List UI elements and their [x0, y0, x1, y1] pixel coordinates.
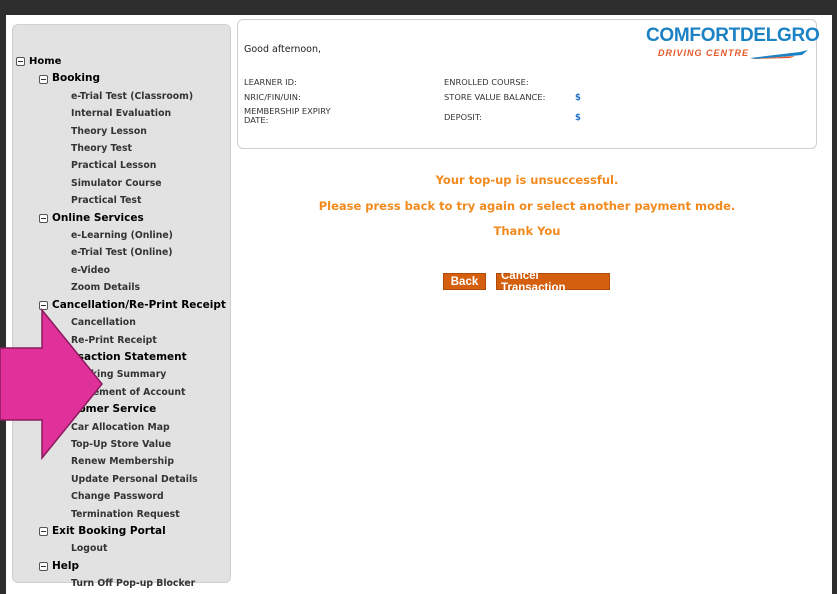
collapse-toggle-icon[interactable] — [16, 57, 25, 67]
sidebar-item-practical-lesson[interactable]: Practical Lesson — [13, 157, 230, 174]
overlay-arrow-icon — [0, 308, 103, 461]
sidebar-item-label: Simulator Course — [71, 177, 162, 189]
nric-label: NRIC/FIN/UIN: — [244, 92, 301, 102]
store-value-label: STORE VALUE BALANCE: — [444, 92, 546, 102]
sidebar-item-booking[interactable]: Booking — [13, 70, 230, 87]
learner-info-panel: Good afternoon, COMFORTDELGRO DRIVING CE… — [237, 19, 820, 149]
sidebar-item-exit-booking-portal[interactable]: Exit Booking Portal — [13, 523, 230, 540]
sidebar-item-termination-request[interactable]: Termination Request — [13, 506, 230, 523]
sidebar-item-label: e-Trial Test (Online) — [71, 247, 173, 259]
page-content: Home Booking e-Trial Test (Classroom) Inter… — [6, 15, 832, 594]
sidebar-item-label: Practical Test — [71, 195, 142, 207]
sidebar-item-turn-off-pop-up-blocker[interactable]: Turn Off Pop-up Blocker — [13, 575, 230, 592]
collapse-toggle-icon[interactable] — [39, 527, 48, 537]
sidebar-nav: Home Booking e-Trial Test (Classroom) Inter… — [12, 24, 231, 589]
sidebar-item-label: Zoom Details — [71, 282, 141, 294]
sidebar-item-e-video[interactable]: e-Video — [13, 262, 230, 279]
sidebar-item-label: e-Trial Test (Classroom) — [71, 90, 194, 102]
back-button[interactable]: Back — [443, 273, 486, 290]
collapse-toggle-icon[interactable] — [39, 74, 48, 84]
learner-id-label: LEARNER ID: — [244, 77, 297, 87]
sidebar-item-label: e-Video — [71, 264, 111, 276]
sidebar-item-zoom-details[interactable]: Zoom Details — [13, 279, 230, 296]
store-value-amount: $ — [575, 93, 581, 103]
logo-main-text: COMFORTDELGRO — [646, 25, 820, 46]
sidebar-item-label: Update Personal Details — [71, 473, 198, 485]
sidebar-item-theory-test[interactable]: Theory Test — [13, 140, 230, 157]
sidebar-item-label: Theory Lesson — [71, 125, 147, 137]
sidebar-item-label: Termination Request — [71, 508, 180, 520]
sidebar-item-help[interactable]: Help — [13, 558, 230, 575]
logo-swoosh-icon — [750, 50, 808, 59]
sidebar-item-label: Theory Test — [71, 143, 132, 155]
greeting-text: Good afternoon, — [244, 44, 322, 55]
sidebar-item-label: e-Learning (Online) — [71, 230, 173, 242]
enrolled-course-label: ENROLLED COURSE: — [444, 77, 529, 87]
sidebar-item-label: Exit Booking Portal — [52, 524, 166, 537]
sidebar-item-home[interactable]: Home — [13, 53, 230, 70]
sidebar-item-label: Help — [52, 559, 80, 572]
membership-expiry-label-line2: DATE: — [244, 115, 269, 125]
sidebar-item-logout[interactable]: Logout — [13, 540, 230, 557]
sidebar-item-label: Logout — [71, 543, 108, 555]
sidebar-item-update-personal-details[interactable]: Update Personal Details — [13, 471, 230, 488]
sidebar-item-e-trial-test-classroom[interactable]: e-Trial Test (Classroom) — [13, 88, 230, 105]
sidebar-item-simulator-course[interactable]: Simulator Course — [13, 175, 230, 192]
collapse-toggle-icon[interactable] — [39, 561, 48, 571]
sidebar-item-label: Home — [29, 56, 62, 67]
sidebar-item-practical-test[interactable]: Practical Test — [13, 192, 230, 209]
sidebar-item-label: Turn Off Pop-up Blocker — [71, 578, 196, 590]
cancel-transaction-button[interactable]: Cancel Transaction — [496, 270, 610, 294]
sidebar-item-internal-evaluation[interactable]: Internal Evaluation — [13, 105, 230, 122]
sidebar-item-theory-lesson[interactable]: Theory Lesson — [13, 123, 230, 140]
logo-sub-text: DRIVING CENTRE — [658, 48, 750, 58]
sidebar-item-change-password[interactable]: Change Password — [13, 488, 230, 505]
deposit-label: DEPOSIT: — [444, 112, 482, 122]
error-message-line2: Please press back to try again or select… — [318, 199, 736, 213]
comfortdelgro-logo: COMFORTDELGRO DRIVING CENTRE — [646, 25, 820, 66]
sidebar-item-label: Practical Lesson — [71, 160, 157, 172]
deposit-amount: $ — [575, 113, 581, 123]
collapse-toggle-icon[interactable] — [39, 213, 48, 223]
error-message-line1: Your top-up is unsuccessful. — [435, 173, 619, 187]
sidebar-item-online-services[interactable]: Online Services — [13, 210, 230, 227]
sidebar-item-e-learning-online[interactable]: e-Learning (Online) — [13, 227, 230, 244]
sidebar-item-e-trial-test-online[interactable]: e-Trial Test (Online) — [13, 244, 230, 261]
sidebar-item-label: Internal Evaluation — [71, 108, 172, 120]
thank-you-text: Thank You — [493, 224, 561, 238]
sidebar-item-label: Change Password — [71, 491, 164, 503]
sidebar-item-label: Online Services — [52, 211, 144, 224]
sidebar-item-label: Booking — [52, 72, 101, 85]
